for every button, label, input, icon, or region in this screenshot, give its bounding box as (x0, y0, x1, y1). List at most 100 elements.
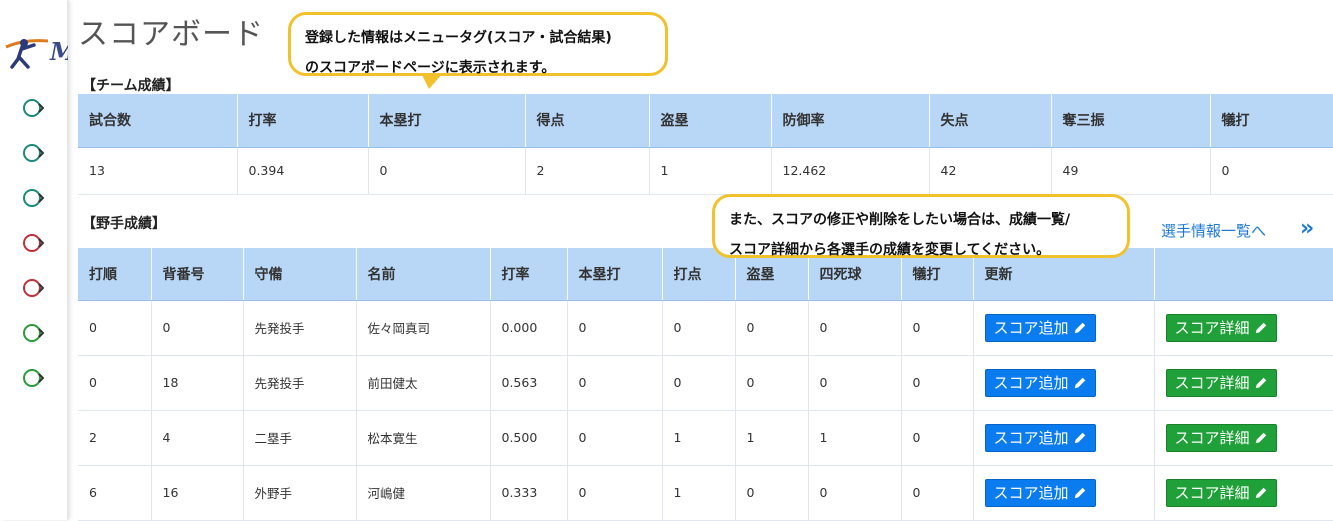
player-cell: 前田健太 (356, 355, 491, 411)
team-stat-value: 0 (368, 147, 526, 195)
player-cell: 0 (808, 355, 902, 411)
player-cell: 二塁手 (243, 410, 357, 466)
sidebar-item-1[interactable] (22, 97, 45, 119)
team-stat-value: 0 (1210, 147, 1333, 195)
chevron-circle-icon (23, 99, 45, 117)
player-cell: 1 (808, 410, 902, 466)
score-add-label: スコア追加 (993, 429, 1069, 447)
detail-cell: スコア詳細 (1154, 465, 1333, 521)
team-column-header: 犠打 (1210, 94, 1333, 148)
score-detail-label: スコア詳細 (1174, 484, 1250, 502)
score-add-button[interactable]: スコア追加 (984, 313, 1096, 342)
sidebar-item-6[interactable] (22, 322, 45, 344)
team-column-header: 試合数 (78, 94, 238, 148)
add-cell: スコア追加 (973, 465, 1155, 521)
team-column-header: 本塁打 (368, 94, 526, 148)
player-cell: 0 (735, 465, 809, 521)
pencil-icon (1074, 487, 1085, 498)
baseball-player-icon (5, 39, 49, 69)
team-stat-value: 42 (929, 147, 1052, 195)
player-cell: 1 (662, 410, 736, 466)
score-detail-button[interactable]: スコア詳細 (1165, 313, 1277, 342)
player-cell: 0 (662, 300, 736, 356)
add-cell: スコア追加 (973, 300, 1155, 356)
chevron-circle-icon (23, 234, 45, 252)
pencil-icon (1255, 322, 1266, 333)
score-add-button[interactable]: スコア追加 (984, 423, 1096, 452)
player-table-header-row: 打順 背番号 守備 名前 打率 本塁打 打点 盗塁 四死球 犠打 更新 (78, 248, 1333, 301)
chevron-circle-icon (23, 144, 45, 162)
player-cell: 0.000 (490, 300, 568, 356)
player-section-label: 【野手成績】 (82, 216, 166, 232)
double-chevron-right-icon[interactable]: » (1300, 216, 1314, 241)
player-cell: 河嶋健 (356, 465, 491, 521)
chevron-circle-icon (23, 324, 45, 342)
sidebar-item-5[interactable] (22, 277, 45, 299)
player-cell: 0.333 (490, 465, 568, 521)
player-cell: 0 (662, 355, 736, 411)
table-row: 2 4 二塁手 松本寛生 0.500 0 1 1 1 0 スコア追加 スコア詳細 (78, 410, 1333, 466)
sidebar: M (0, 0, 68, 520)
detail-cell: スコア詳細 (1154, 410, 1333, 466)
player-cell: 先発投手 (243, 355, 357, 411)
player-cell: 0 (735, 355, 809, 411)
team-stat-value: 13 (78, 147, 238, 195)
player-cell: 0 (78, 300, 152, 356)
player-cell: 0 (567, 300, 663, 356)
team-column-header: 得点 (525, 94, 650, 148)
player-column-header: 打順 (78, 248, 152, 301)
player-cell: 0 (808, 300, 902, 356)
callout-line: また、スコアの修正や削除をしたい場合は、成績一覧/ (729, 212, 1071, 228)
team-column-header: 防御率 (771, 94, 930, 148)
team-stat-value: 2 (525, 147, 650, 195)
player-column-header: 本塁打 (567, 248, 663, 301)
pencil-icon (1255, 487, 1266, 498)
score-add-button[interactable]: スコア追加 (984, 478, 1096, 507)
player-cell: 0.563 (490, 355, 568, 411)
player-cell: 外野手 (243, 465, 357, 521)
detail-cell: スコア詳細 (1154, 355, 1333, 411)
sidebar-item-4[interactable] (22, 232, 45, 254)
player-column-header: 名前 (356, 248, 491, 301)
player-list-link[interactable]: 選手情報一覧へ (1161, 220, 1266, 241)
player-cell: 16 (151, 465, 244, 521)
player-cell: 0 (901, 355, 974, 411)
team-section-label: 【チーム成績】 (82, 78, 180, 94)
callout-line: のスコアボードページに表示されます。 (305, 60, 556, 76)
score-detail-button[interactable]: スコア詳細 (1165, 423, 1277, 452)
app-logo[interactable]: M (2, 33, 68, 73)
score-detail-button[interactable]: スコア詳細 (1165, 368, 1277, 397)
player-cell: 0 (901, 465, 974, 521)
team-stat-value: 12.462 (771, 147, 930, 195)
player-cell: 0 (567, 355, 663, 411)
sidebar-item-2[interactable] (22, 142, 45, 164)
player-cell: 0 (78, 355, 152, 411)
player-cell: 0 (735, 300, 809, 356)
player-cell: 松本寛生 (356, 410, 491, 466)
score-add-button[interactable]: スコア追加 (984, 368, 1096, 397)
team-stat-value: 1 (649, 147, 772, 195)
player-column-header: 背番号 (151, 248, 244, 301)
player-column-header: 守備 (243, 248, 357, 301)
player-cell: 0 (901, 410, 974, 466)
score-detail-label: スコア詳細 (1174, 374, 1250, 392)
team-column-header: 失点 (929, 94, 1052, 148)
callout-line: スコア詳細から各選手の成績を変更してください。 (729, 242, 1051, 258)
player-column-header (1154, 248, 1333, 301)
pencil-icon (1074, 322, 1085, 333)
sidebar-item-3[interactable] (22, 187, 45, 209)
player-stats-table: 打順 背番号 守備 名前 打率 本塁打 打点 盗塁 四死球 犠打 更新 0 0 先発投手 佐々岡真司 0.0… (78, 248, 1333, 521)
player-cell: 1 (735, 410, 809, 466)
score-detail-button[interactable]: スコア詳細 (1165, 478, 1277, 507)
player-cell: 4 (151, 410, 244, 466)
logo-text: M (50, 37, 68, 66)
player-cell: 2 (78, 410, 152, 466)
score-detail-label: スコア詳細 (1174, 319, 1250, 337)
callout-line: 登録した情報はメニュータグ(スコア・試合結果) (305, 30, 612, 46)
team-table-header-row: 試合数 打率 本塁打 得点 盗塁 防御率 失点 奪三振 犠打 (78, 94, 1333, 148)
sidebar-item-7[interactable] (22, 367, 45, 389)
player-cell: 0 (808, 465, 902, 521)
team-column-header: 打率 (237, 94, 369, 148)
team-stats-table: 試合数 打率 本塁打 得点 盗塁 防御率 失点 奪三振 犠打 13 0.394 0 2 1 12.462 4… (78, 94, 1333, 195)
pencil-icon (1255, 377, 1266, 388)
